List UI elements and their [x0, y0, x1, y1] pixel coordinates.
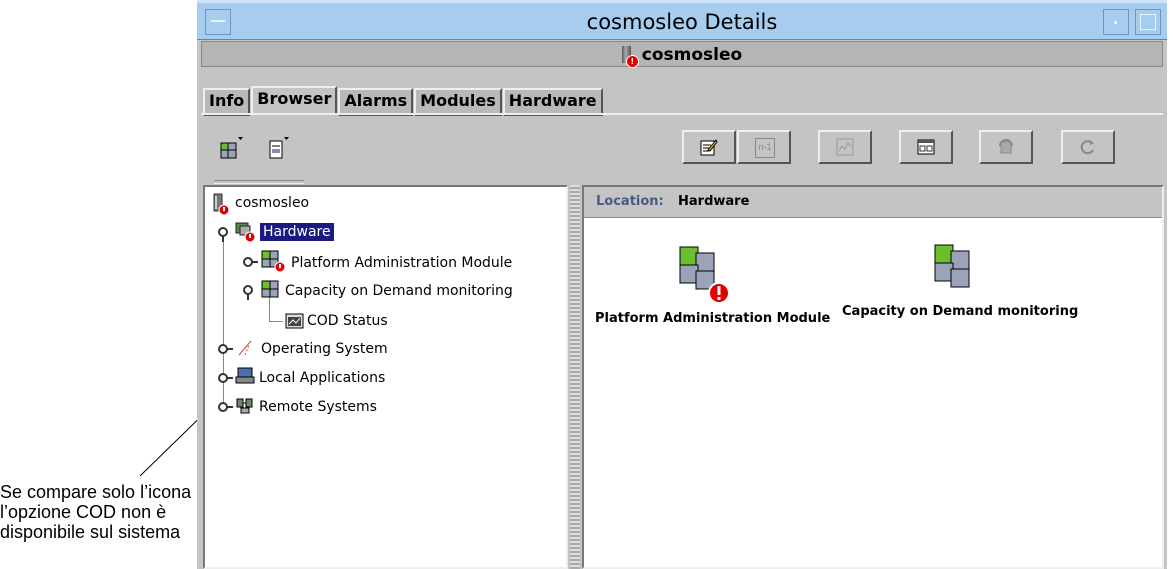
- tab-modules[interactable]: Modules: [414, 88, 502, 116]
- title-bar[interactable]: cosmosleo Details: [197, 0, 1167, 40]
- tree-toggle[interactable]: [218, 373, 233, 383]
- tab-bar: Info Browser Alarms Modules Hardware: [203, 86, 604, 116]
- splitter-handle[interactable]: [570, 185, 580, 569]
- tree-item-hardware[interactable]: Hardware: [260, 223, 334, 241]
- annotation-line: l’opzione COD non è: [0, 502, 167, 522]
- server-alarm-icon: !: [621, 46, 639, 68]
- tree-toggle[interactable]: [243, 257, 258, 267]
- document-menu-icon[interactable]: [267, 135, 291, 161]
- cod-status-icon: [285, 313, 304, 329]
- location-bar: Location: Hardware: [584, 187, 1162, 218]
- window-title: cosmosleo Details: [586, 10, 778, 34]
- tree-item-platform-admin-module[interactable]: Platform Administration Module: [291, 255, 512, 271]
- location-value: Hardware: [678, 194, 750, 209]
- refresh-module-icon: [999, 139, 1013, 154]
- location-label: Location:: [596, 194, 664, 209]
- content-panel: Location: Hardware Platform Administrati…: [582, 185, 1164, 569]
- hardware-alarm-icon: [235, 222, 256, 243]
- host-name: cosmosleo: [641, 45, 743, 65]
- maximize-button[interactable]: [1135, 9, 1161, 35]
- content-item-capacity-on-demand[interactable]: Capacity on Demand monitoring: [842, 304, 1078, 319]
- graph-button[interactable]: [818, 130, 872, 164]
- reload-button[interactable]: [1061, 130, 1115, 164]
- operating-system-icon: [238, 340, 252, 356]
- edit-note-icon: [700, 139, 718, 156]
- tab-hardware[interactable]: Hardware: [502, 88, 603, 116]
- reload-icon: [1080, 140, 1094, 155]
- tab-browser[interactable]: Browser: [251, 86, 338, 114]
- details-window: cosmosleo Details ! cosmosleo Info Browse…: [197, 0, 1167, 569]
- module-menu-icon[interactable]: [219, 135, 243, 161]
- tree-toggle[interactable]: [218, 402, 233, 412]
- local-applications-icon: [235, 367, 255, 384]
- tab-alarms[interactable]: Alarms: [338, 88, 414, 116]
- capacity-module-large-icon[interactable]: [929, 243, 981, 293]
- tree-item-operating-system[interactable]: Operating System: [261, 341, 388, 357]
- module-icon: [261, 280, 279, 298]
- edit-note-button[interactable]: [682, 130, 736, 164]
- tree-toggle[interactable]: [243, 285, 253, 300]
- server-alarm-icon: [213, 193, 230, 216]
- table-view-button[interactable]: [899, 130, 953, 164]
- host-header: ! cosmosleo: [201, 41, 1163, 68]
- tree-toggle[interactable]: [218, 344, 233, 354]
- tree-panel: cosmosleo Hardware Platform Administrati…: [203, 185, 568, 569]
- tree-item-local-applications[interactable]: Local Applications: [259, 370, 385, 386]
- n-minus-1-button[interactable]: n-1: [737, 130, 791, 164]
- content-item-platform-admin-module[interactable]: Platform Administration Module: [595, 311, 830, 326]
- tab-info[interactable]: Info: [203, 88, 251, 116]
- graph-icon: [836, 138, 854, 156]
- n-minus-1-icon: n-1: [755, 138, 775, 158]
- minimize-button[interactable]: [1103, 9, 1129, 35]
- tree-toggle[interactable]: [218, 227, 228, 242]
- table-view-icon: [917, 139, 935, 155]
- annotation-line: Se compare solo l’icona Stato COD,: [0, 482, 289, 502]
- platform-module-large-icon[interactable]: [670, 243, 732, 307]
- tree-root-cosmosleo[interactable]: cosmosleo: [235, 195, 309, 211]
- tree-item-remote-systems[interactable]: Remote Systems: [259, 399, 377, 415]
- refresh-module-button[interactable]: [979, 130, 1033, 164]
- annotation-text: Se compare solo l’icona Stato COD, l’opz…: [0, 482, 289, 542]
- module-alarm-icon: [261, 250, 286, 273]
- remote-systems-icon: [236, 398, 253, 414]
- tree-item-cod-status[interactable]: COD Status: [307, 313, 388, 329]
- annotation-line: disponibile sul sistema: [0, 522, 181, 542]
- tree-item-capacity-on-demand[interactable]: Capacity on Demand monitoring: [285, 283, 513, 299]
